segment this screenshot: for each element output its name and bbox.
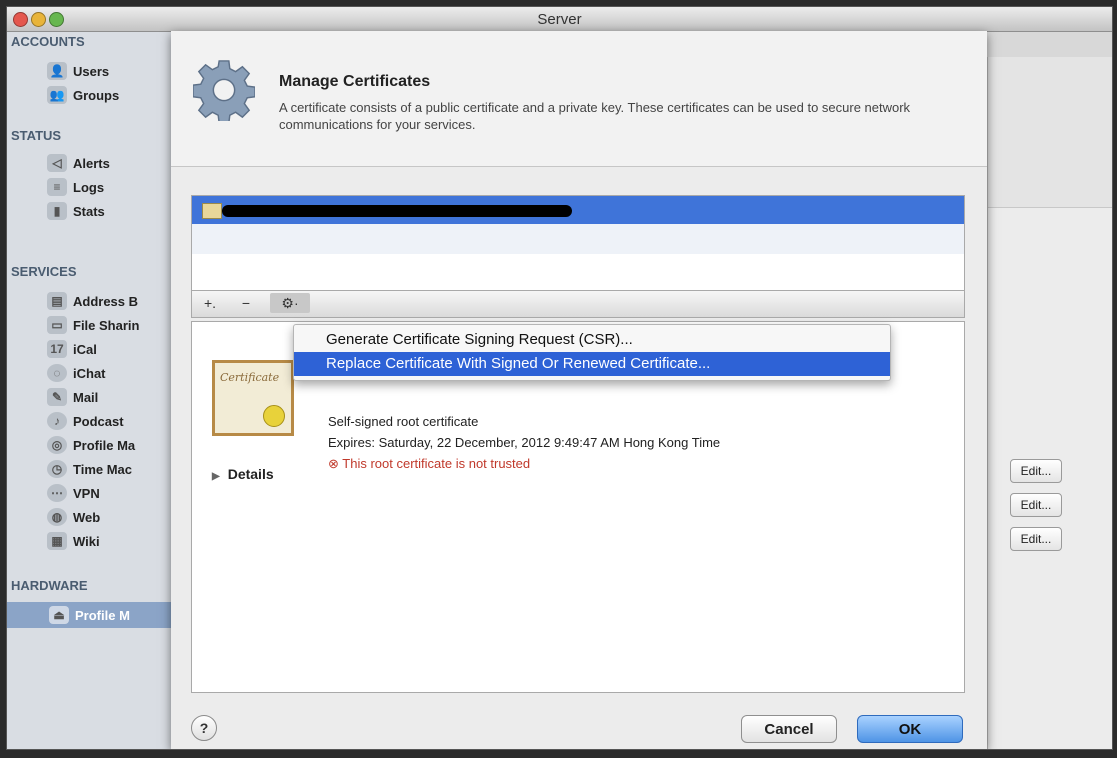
- group-icon: 👥: [47, 86, 67, 104]
- action-gear-button[interactable]: ⚙·: [270, 293, 310, 313]
- server-icon: ⏏: [49, 606, 69, 624]
- right-panel: Edit... Edit... Edit...: [987, 57, 1112, 749]
- error-icon: ⊗: [328, 456, 343, 471]
- right-panel-header: [988, 57, 1112, 208]
- action-menu: Generate Certificate Signing Request (CS…: [293, 324, 891, 381]
- redacted-certificate-name: [222, 205, 572, 217]
- certificate-row-selected[interactable]: [192, 196, 964, 224]
- sidebar: ACCOUNTS 👤 Users 👥 Groups STATUS ◁ Alerts ≡…: [7, 32, 174, 749]
- list-toolbar: +. − ⚙·: [191, 290, 965, 318]
- sidebar-item-stats[interactable]: ▮ Stats: [47, 200, 105, 222]
- wiki-icon: ▦: [47, 532, 67, 550]
- sidebar-item-profile-manager[interactable]: ◎ Profile Ma: [47, 434, 135, 456]
- sidebar-item-alerts[interactable]: ◁ Alerts: [47, 152, 110, 174]
- cancel-button[interactable]: Cancel: [741, 715, 837, 743]
- certificate-seal-icon: [263, 405, 285, 427]
- sidebar-item-podcast[interactable]: ♪ Podcast: [47, 410, 124, 432]
- edit-button-3[interactable]: Edit...: [1010, 527, 1062, 551]
- podcast-icon: ♪: [47, 412, 67, 430]
- server-window: Server ACCOUNTS 👤 Users 👥 Groups STATUS ◁ A…: [6, 6, 1113, 750]
- user-icon: 👤: [47, 62, 67, 80]
- title-bar: Server: [7, 7, 1112, 32]
- sheet-description: A certificate consists of a public certi…: [279, 100, 911, 132]
- certificate-warning: ⊗ This root certificate is not trusted: [328, 456, 531, 471]
- sidebar-item-groups[interactable]: 👥 Groups: [47, 84, 119, 106]
- profile-manager-icon: ◎: [47, 436, 67, 454]
- help-button[interactable]: ?: [191, 715, 217, 741]
- menu-item-generate-csr[interactable]: Generate Certificate Signing Request (CS…: [294, 328, 890, 352]
- sidebar-item-mail[interactable]: ✎ Mail: [47, 386, 98, 408]
- remove-button[interactable]: −: [236, 293, 256, 313]
- chat-icon: ◌: [47, 364, 67, 382]
- sidebar-item-vpn[interactable]: ⋯ VPN: [47, 482, 100, 504]
- calendar-icon: 17: [47, 340, 67, 358]
- time-machine-icon: ◷: [47, 460, 67, 478]
- stats-icon: ▮: [47, 202, 67, 220]
- sheet-title: Manage Certificates: [279, 73, 431, 90]
- sidebar-item-users[interactable]: 👤 Users: [47, 60, 109, 82]
- certificate-expiry: Expires: Saturday, 22 December, 2012 9:4…: [328, 435, 721, 450]
- file-sharing-icon: ▭: [47, 316, 67, 334]
- sidebar-item-wiki[interactable]: ▦ Wiki: [47, 530, 100, 552]
- section-hardware: HARDWARE: [11, 578, 88, 593]
- manage-certificates-sheet: Manage Certificates A certificate consis…: [171, 31, 987, 749]
- certificate-type: Self-signed root certificate: [328, 414, 479, 429]
- certificate-image: Certificate: [212, 360, 294, 436]
- address-book-icon: ▤: [47, 292, 67, 310]
- sidebar-item-file-sharing[interactable]: ▭ File Sharin: [47, 314, 139, 336]
- sidebar-item-web[interactable]: ◍ Web: [47, 506, 100, 528]
- section-services: SERVICES: [11, 264, 77, 279]
- certificate-list: [191, 195, 965, 291]
- edit-button-2[interactable]: Edit...: [1010, 493, 1062, 517]
- menu-item-replace-certificate[interactable]: Replace Certificate With Signed Or Renew…: [294, 352, 890, 376]
- certificate-icon: [202, 203, 222, 219]
- ok-button[interactable]: OK: [857, 715, 963, 743]
- sidebar-item-time-machine[interactable]: ◷ Time Mac: [47, 458, 132, 480]
- disclosure-triangle-icon[interactable]: ▶: [212, 471, 220, 482]
- sidebar-item-logs[interactable]: ≡ Logs: [47, 176, 104, 198]
- log-icon: ≡: [47, 178, 67, 196]
- certificate-image-text: Certificate: [220, 371, 280, 384]
- sidebar-item-ical[interactable]: 17 iCal: [47, 338, 97, 360]
- sheet-header: Manage Certificates A certificate consis…: [171, 31, 987, 167]
- sidebar-item-address-book[interactable]: ▤ Address B: [47, 290, 138, 312]
- add-button[interactable]: +.: [198, 293, 222, 313]
- certificate-row[interactable]: [192, 224, 964, 254]
- section-accounts: ACCOUNTS: [11, 34, 85, 49]
- mail-icon: ✎: [47, 388, 67, 406]
- gear-icon: [193, 60, 255, 121]
- web-icon: ◍: [47, 508, 67, 526]
- edit-button-1[interactable]: Edit...: [1010, 459, 1062, 483]
- alert-icon: ◁: [47, 154, 67, 172]
- window-title: Server: [537, 11, 582, 28]
- details-disclosure[interactable]: ▶ Details: [212, 466, 274, 482]
- sidebar-item-ichat[interactable]: ◌ iChat: [47, 362, 106, 384]
- section-status: STATUS: [11, 128, 62, 143]
- vpn-icon: ⋯: [47, 484, 67, 502]
- sidebar-item-profile-m[interactable]: ⏏ Profile M: [7, 602, 173, 628]
